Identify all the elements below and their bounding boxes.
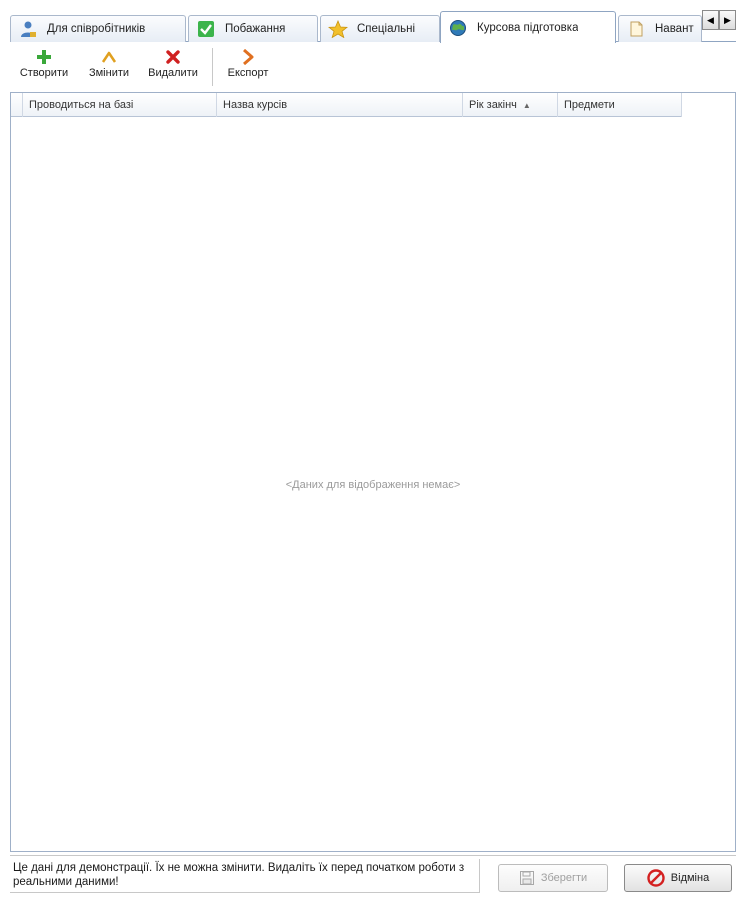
- edit-button[interactable]: Змінити: [78, 44, 140, 90]
- courses-grid[interactable]: Проводиться на базі Назва курсів Рік зак…: [10, 92, 736, 852]
- export-label: Експорт: [227, 67, 269, 79]
- cancel-button[interactable]: Відміна: [624, 864, 732, 892]
- tab-workload[interactable]: Навант: [618, 15, 702, 42]
- edit-label: Змінити: [88, 67, 130, 79]
- tab-special[interactable]: Спеціальні: [320, 15, 440, 42]
- floppy-disk-icon: [519, 870, 535, 886]
- user-icon: [17, 20, 39, 38]
- tab-course-training[interactable]: Курсова підготовка: [440, 11, 616, 43]
- tab-label: Для співробітників: [47, 23, 146, 35]
- delete-icon: [163, 49, 183, 65]
- create-button[interactable]: Створити: [10, 44, 78, 90]
- save-button[interactable]: Зберегти: [498, 864, 608, 892]
- toolbar: Створити Змінити Видалити Експорт: [10, 44, 736, 90]
- delete-button[interactable]: Видалити: [140, 44, 206, 90]
- tab-label: Спеціальні: [357, 23, 416, 35]
- save-label: Зберегти: [540, 872, 588, 884]
- globe-icon: [447, 19, 469, 37]
- column-header-course-name[interactable]: Назва курсів: [217, 93, 463, 117]
- toolbar-separator: [212, 48, 213, 86]
- demo-data-note: Це дані для демонстрації. Їх не можна зм…: [10, 859, 480, 893]
- sort-ascending-icon: ▲: [522, 100, 531, 110]
- training-dialog: Для співробітників Побажання Спеціальні …: [0, 0, 740, 899]
- column-header-subjects[interactable]: Предмети: [558, 93, 682, 117]
- tab-label: Побажання: [225, 23, 286, 35]
- column-header-base[interactable]: Проводиться на базі: [23, 93, 217, 117]
- delete-label: Видалити: [148, 67, 198, 79]
- export-button[interactable]: Експорт: [221, 44, 275, 90]
- star-icon: [327, 20, 349, 38]
- tab-scroll-buttons: ◀ ▶: [702, 10, 736, 30]
- grid-header: Проводиться на базі Назва курсів Рік зак…: [11, 93, 682, 117]
- tab-strip: Для співробітників Побажання Спеціальні …: [10, 10, 736, 43]
- document-icon: [625, 20, 647, 38]
- tab-label: Навант: [655, 23, 694, 35]
- grid-empty-message: <Даних для відображення немає>: [285, 479, 461, 491]
- create-label: Створити: [19, 67, 69, 79]
- scroll-left-button[interactable]: ◀: [702, 10, 719, 30]
- no-entry-icon: [647, 869, 665, 887]
- column-header-year[interactable]: Рік закінч ▲: [463, 93, 558, 117]
- tab-label: Курсова підготовка: [477, 21, 579, 34]
- cancel-label: Відміна: [670, 872, 710, 884]
- plus-icon: [34, 49, 54, 65]
- footer: Це дані для демонстрації. Їх не можна зм…: [10, 855, 736, 895]
- edit-icon: [99, 49, 119, 65]
- tab-wishes[interactable]: Побажання: [188, 15, 318, 42]
- tab-for-employees[interactable]: Для співробітників: [10, 15, 186, 42]
- row-indicator-header: [11, 93, 23, 117]
- export-icon: [238, 49, 258, 65]
- scroll-right-button[interactable]: ▶: [719, 10, 736, 30]
- checkmark-icon: [195, 20, 217, 38]
